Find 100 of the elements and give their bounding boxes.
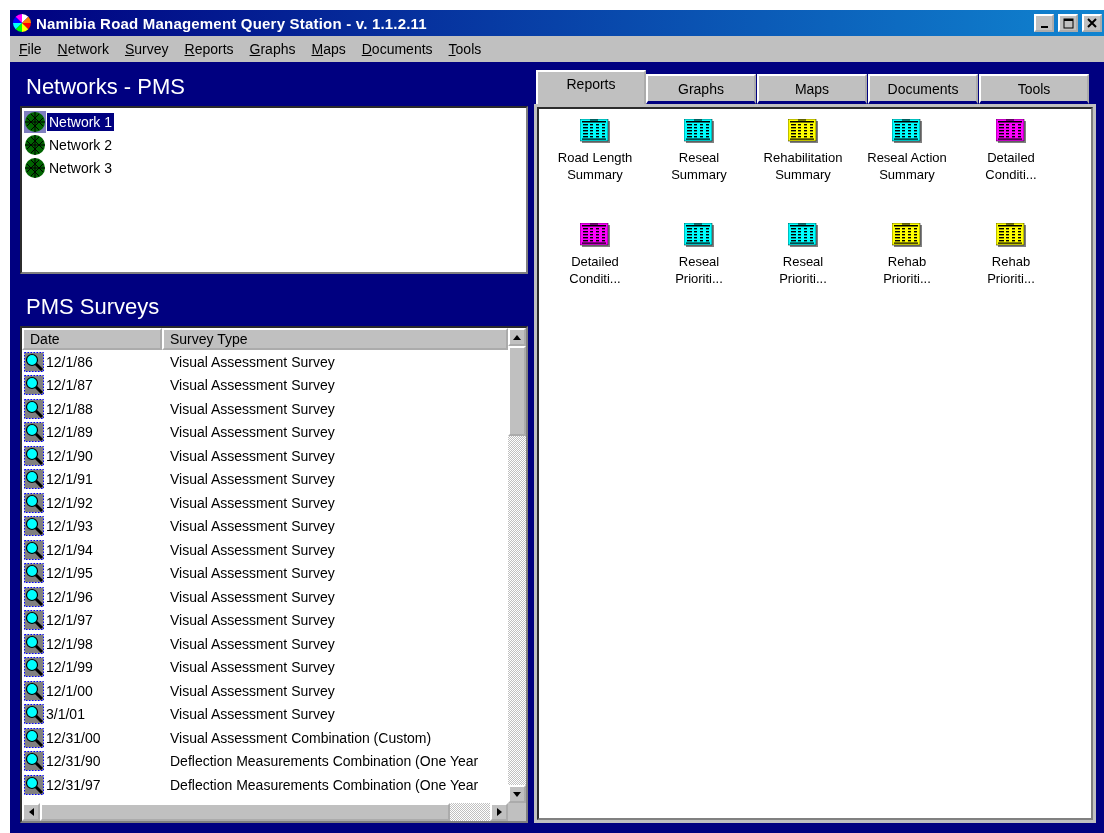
date-cell[interactable]: 12/1/88: [22, 398, 166, 419]
magnifier-icon: [24, 727, 44, 748]
left-arrow-icon: [28, 808, 34, 816]
report-icon[interactable]: [684, 119, 714, 143]
table-cell-text: Visual Assessment Survey: [169, 706, 335, 723]
report-icon[interactable]: [892, 223, 922, 247]
date-cell[interactable]: 12/31/97: [22, 774, 166, 795]
date-cell[interactable]: 12/31/90: [22, 751, 166, 772]
scroll-down-button[interactable]: [508, 785, 526, 803]
magnifier-icon: [24, 586, 44, 607]
close-button[interactable]: [1082, 14, 1102, 32]
column-header[interactable]: Date: [22, 328, 162, 350]
date-cell[interactable]: 12/1/90: [22, 445, 166, 466]
panel-title: Networks - PMS: [25, 73, 186, 101]
date-cell[interactable]: 12/1/97: [22, 610, 166, 631]
date-cell[interactable]: 12/1/89: [22, 422, 166, 443]
date-cell[interactable]: 12/31/00: [22, 727, 166, 748]
report-label[interactable]: Reseal Summary: [656, 149, 742, 183]
report-label[interactable]: Reseal Prioriti...: [760, 253, 846, 287]
scrollbar-thumb[interactable]: [508, 346, 526, 436]
magnifier-icon: [24, 398, 44, 419]
table-cell-text: Visual Assessment Combination (Custom): [169, 729, 432, 746]
menu-item[interactable]: Survey: [115, 41, 176, 57]
scrollbar-thumb[interactable]: [40, 803, 450, 821]
vertical-scrollbar[interactable]: [508, 328, 526, 803]
magnifier-icon: [24, 375, 44, 396]
magnifier-icon: [24, 751, 44, 772]
tab[interactable]: Maps: [757, 74, 867, 104]
horizontal-scrollbar[interactable]: [22, 803, 508, 821]
menu-item[interactable]: Graphs: [240, 41, 303, 57]
menu-item[interactable]: Tools: [439, 41, 489, 57]
magnifier-icon: [24, 492, 44, 513]
report-icon[interactable]: [892, 119, 922, 143]
menu-item[interactable]: Network: [48, 41, 116, 57]
network-item[interactable]: Network 2: [47, 135, 115, 154]
magnifier-icon: [24, 351, 44, 372]
date-cell[interactable]: 12/1/87: [22, 375, 166, 396]
report-icon[interactable]: [580, 223, 610, 247]
table-cell-text: Deflection Measurements Combination (One Year: [169, 753, 479, 770]
report-icon[interactable]: [996, 223, 1026, 247]
report-label[interactable]: Detailed Conditi...: [552, 253, 638, 287]
date-cell[interactable]: 12/1/93: [22, 516, 166, 537]
menu-item[interactable]: Maps: [302, 41, 353, 57]
table-cell-text: Visual Assessment Survey: [169, 353, 335, 370]
table-cell-text: Visual Assessment Survey: [169, 635, 335, 652]
tab[interactable]: Documents: [868, 74, 978, 104]
report-icon[interactable]: [684, 223, 714, 247]
scroll-right-button[interactable]: [490, 803, 508, 821]
date-cell[interactable]: 12/1/98: [22, 633, 166, 654]
report-label[interactable]: Reseal Action Summary: [864, 149, 950, 183]
tab[interactable]: Tools: [979, 74, 1089, 104]
menu-item[interactable]: Reports: [175, 41, 241, 57]
report-icon[interactable]: [788, 119, 818, 143]
globe-icon: [24, 156, 46, 179]
magnifier-icon: [24, 539, 44, 560]
report-label[interactable]: Road Length Summary: [552, 149, 638, 183]
magnifier-icon: [24, 610, 44, 631]
table-cell-text: Visual Assessment Survey: [169, 494, 335, 511]
column-header[interactable]: Survey Type: [162, 328, 508, 350]
table-cell-text: Visual Assessment Survey: [169, 518, 335, 535]
down-arrow-icon: [513, 791, 521, 797]
date-cell[interactable]: 12/1/92: [22, 492, 166, 513]
report-label[interactable]: Reseal Prioriti...: [656, 253, 742, 287]
minimize-button[interactable]: [1034, 14, 1054, 32]
maximize-button[interactable]: [1058, 14, 1078, 32]
date-cell[interactable]: 12/1/91: [22, 469, 166, 490]
report-icon[interactable]: [788, 223, 818, 247]
date-cell[interactable]: 12/1/95: [22, 563, 166, 584]
report-icon[interactable]: [996, 119, 1026, 143]
report-label[interactable]: Rehab Prioriti...: [864, 253, 950, 287]
date-cell[interactable]: 12/1/96: [22, 586, 166, 607]
date-cell[interactable]: 12/1/99: [22, 657, 166, 678]
report-label[interactable]: Rehabilitation Summary: [760, 149, 846, 183]
report-label[interactable]: Rehab Prioriti...: [968, 253, 1054, 287]
magnifier-icon: [24, 469, 44, 490]
table-cell-text: Visual Assessment Survey: [169, 659, 335, 676]
date-cell[interactable]: 12/1/86: [22, 351, 166, 372]
date-cell[interactable]: 3/1/01: [22, 704, 166, 725]
magnifier-icon: [24, 563, 44, 584]
table-cell-text: Visual Assessment Survey: [169, 424, 335, 441]
menu-item[interactable]: File: [10, 41, 49, 57]
scroll-up-button[interactable]: [508, 328, 526, 346]
magnifier-icon: [24, 774, 44, 795]
tab[interactable]: Graphs: [646, 74, 756, 104]
report-label[interactable]: Detailed Conditi...: [968, 149, 1054, 183]
report-icon[interactable]: [580, 119, 610, 143]
date-cell[interactable]: 12/1/94: [22, 539, 166, 560]
tab[interactable]: Reports: [536, 70, 646, 104]
maximize-icon: [1062, 17, 1074, 29]
table-cell-text: Visual Assessment Survey: [169, 565, 335, 582]
scroll-left-button[interactable]: [22, 803, 40, 821]
date-cell[interactable]: 12/1/00: [22, 680, 166, 701]
table-cell-text: Visual Assessment Survey: [169, 471, 335, 488]
table-cell-text: Deflection Measurements Combination (One Year: [169, 776, 479, 793]
network-item[interactable]: Network 1: [47, 112, 115, 131]
menu-item[interactable]: Documents: [352, 41, 440, 57]
magnifier-icon: [24, 516, 44, 537]
network-item[interactable]: Network 3: [47, 158, 115, 177]
table-cell-text: Visual Assessment Survey: [169, 541, 335, 558]
right-arrow-icon: [496, 808, 502, 816]
